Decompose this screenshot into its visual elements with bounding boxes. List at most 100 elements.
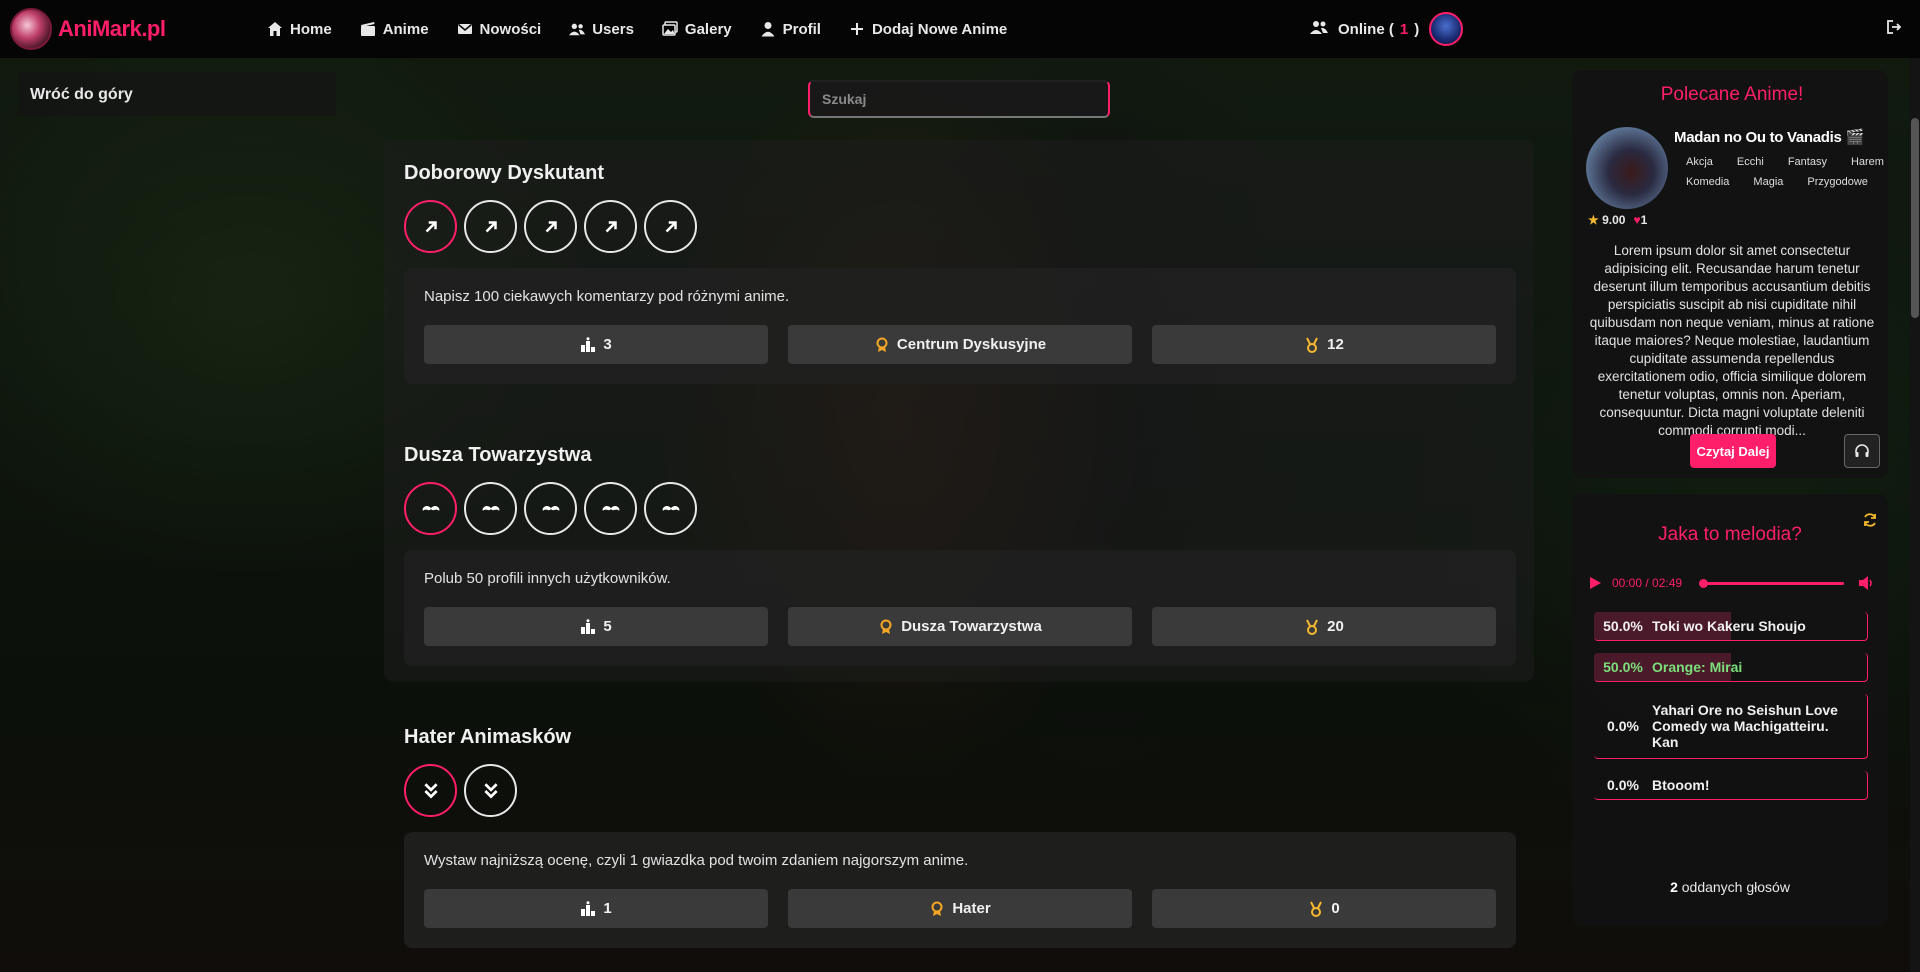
nav-anime[interactable]: Anime xyxy=(360,21,429,38)
recommended-anime-panel: Polecane Anime! ★ 9.00 ♥1 Madan no Ou to… xyxy=(1572,70,1888,478)
points-stat[interactable]: 0 xyxy=(1152,889,1496,928)
progress-slider[interactable] xyxy=(1699,578,1844,588)
nav-news[interactable]: Nowości xyxy=(457,21,541,38)
arrow-up-right-icon xyxy=(485,220,497,232)
image-icon xyxy=(662,21,678,37)
arrow-up-right-icon xyxy=(545,220,557,232)
tag[interactable]: Ecchi xyxy=(1737,156,1764,168)
mustache-icon xyxy=(662,505,679,511)
badge-stat[interactable]: Dusza Towarzystwa xyxy=(788,607,1132,646)
answer-option[interactable]: 0.0% Btooom! xyxy=(1594,771,1868,800)
badge-stat[interactable]: Hater xyxy=(788,889,1132,928)
tag[interactable]: Fantasy xyxy=(1788,156,1827,168)
plus-icon xyxy=(849,21,865,37)
star-icon: ★ xyxy=(1588,213,1599,227)
votes-total: 2 oddanych głosów xyxy=(1670,879,1790,895)
achievement-stats: 1 Hater 0 xyxy=(424,889,1496,928)
tag[interactable]: Przygodowe xyxy=(1807,176,1868,188)
nav-home[interactable]: Home xyxy=(267,21,332,38)
anime-summary: Lorem ipsum dolor sit amet consectetur a… xyxy=(1589,243,1875,438)
mustache-icon xyxy=(602,505,619,511)
user-avatar[interactable] xyxy=(1429,12,1464,46)
home-icon xyxy=(267,21,283,37)
online-area: Online ( 1 ) xyxy=(1310,0,1464,58)
level-badge[interactable] xyxy=(464,200,517,253)
melody-quiz-panel: Jaka to melodia? 00:00 / 02:49 50.0% Tok… xyxy=(1572,494,1888,926)
tag[interactable]: Magia xyxy=(1753,176,1783,188)
rank-stat[interactable]: 3 xyxy=(424,325,768,364)
navbar: AniMark.pl Home Anime Nowości Users Gale… xyxy=(0,0,1920,58)
progress-knob[interactable] xyxy=(1699,578,1708,588)
medal-icon xyxy=(1304,619,1320,635)
answer-options: 50.0% Toki wo Kakeru Shoujo 50.0% Orange… xyxy=(1594,612,1868,812)
arrow-up-right-icon xyxy=(605,220,617,232)
answer-option[interactable]: 50.0% Toki wo Kakeru Shoujo xyxy=(1594,612,1868,641)
points-stat[interactable]: 12 xyxy=(1152,325,1496,364)
headphones-icon[interactable] xyxy=(1844,434,1880,468)
user-icon xyxy=(760,21,776,37)
achievement-title: Hater Animasków xyxy=(404,726,572,748)
achievement-description: Napisz 100 ciekawych komentarzy pod różn… xyxy=(424,288,790,305)
level-badge[interactable] xyxy=(404,764,457,817)
mustache-icon xyxy=(422,505,439,511)
envelope-icon xyxy=(457,21,473,37)
answer-option[interactable]: 50.0% Orange: Mirai xyxy=(1594,653,1868,682)
scrollbar-thumb[interactable] xyxy=(1911,118,1919,318)
level-badge[interactable] xyxy=(524,200,577,253)
brand-logo xyxy=(10,8,52,50)
achievement-description: Wystaw najniższą ocenę, czyli 1 gwiazdka… xyxy=(424,852,969,869)
volume-icon[interactable] xyxy=(1858,575,1874,591)
tag[interactable]: Komedia xyxy=(1686,176,1729,188)
anime-cover[interactable] xyxy=(1586,127,1668,209)
level-badge[interactable] xyxy=(404,200,457,253)
level-badge[interactable] xyxy=(404,482,457,535)
level-badge[interactable] xyxy=(644,200,697,253)
nav-gallery[interactable]: Galery xyxy=(662,21,732,38)
back-to-top-button[interactable]: Wróć do góry xyxy=(18,72,336,116)
recommended-title: Polecane Anime! xyxy=(1660,84,1804,105)
nav-users[interactable]: Users xyxy=(569,21,634,38)
achievement-levels xyxy=(404,482,1516,535)
melody-title: Jaka to melodia? xyxy=(1658,524,1802,545)
users-icon xyxy=(1310,19,1328,40)
arrow-up-right-icon xyxy=(425,220,437,232)
achievement-card: Hater Animasków Wystaw najniższą ocenę, … xyxy=(404,726,1516,948)
audio-player: 00:00 / 02:49 xyxy=(1588,572,1882,594)
search-input[interactable] xyxy=(808,80,1110,118)
level-badge[interactable] xyxy=(524,482,577,535)
play-icon[interactable] xyxy=(1588,576,1602,590)
tag[interactable]: Akcja xyxy=(1686,156,1713,168)
award-icon xyxy=(874,337,890,353)
achievement-description: Polub 50 profili innych użytkowników. xyxy=(424,570,671,587)
rank-stat[interactable]: 5 xyxy=(424,607,768,646)
answer-option[interactable]: 0.0% Yahari Ore no Seishun Love Comedy w… xyxy=(1594,694,1868,759)
users-icon xyxy=(569,21,586,37)
points-stat[interactable]: 20 xyxy=(1152,607,1496,646)
badge-stat[interactable]: Centrum Dyskusyjne xyxy=(788,325,1132,364)
achievement-levels xyxy=(404,764,1516,817)
time-display: 00:00 / 02:49 xyxy=(1612,576,1683,590)
achievement-title: Doborowy Dyskutant xyxy=(404,162,605,184)
achievement-details: Polub 50 profili innych użytkowników. 5 … xyxy=(404,550,1516,666)
rank-stat[interactable]: 1 xyxy=(424,889,768,928)
read-more-button[interactable]: Czytaj Dalej xyxy=(1690,434,1776,468)
tag[interactable]: Harem xyxy=(1851,156,1884,168)
heart-icon: ♥ xyxy=(1633,213,1641,227)
level-badge[interactable] xyxy=(584,482,637,535)
online-counter[interactable]: Online ( 1 ) xyxy=(1338,21,1419,38)
award-icon xyxy=(929,901,945,917)
nav-profile[interactable]: Profil xyxy=(760,21,821,38)
level-badge[interactable] xyxy=(644,482,697,535)
level-badge[interactable] xyxy=(584,200,637,253)
achievement-details: Napisz 100 ciekawych komentarzy pod różn… xyxy=(404,268,1516,384)
nav-add-anime[interactable]: Dodaj Nowe Anime xyxy=(849,21,1007,38)
achievement-stats: 5 Dusza Towarzystwa 20 xyxy=(424,607,1496,646)
logout-icon[interactable] xyxy=(1886,19,1906,39)
anime-name[interactable]: Madan no Ou to Vanadis 🎬 xyxy=(1674,128,1864,146)
mustache-icon xyxy=(482,505,499,511)
brand[interactable]: AniMark.pl xyxy=(10,8,250,50)
level-badge[interactable] xyxy=(464,482,517,535)
level-badge[interactable] xyxy=(464,764,517,817)
achievement-title: Dusza Towarzystwa xyxy=(404,444,592,466)
page-scrollbar[interactable] xyxy=(1910,58,1920,972)
